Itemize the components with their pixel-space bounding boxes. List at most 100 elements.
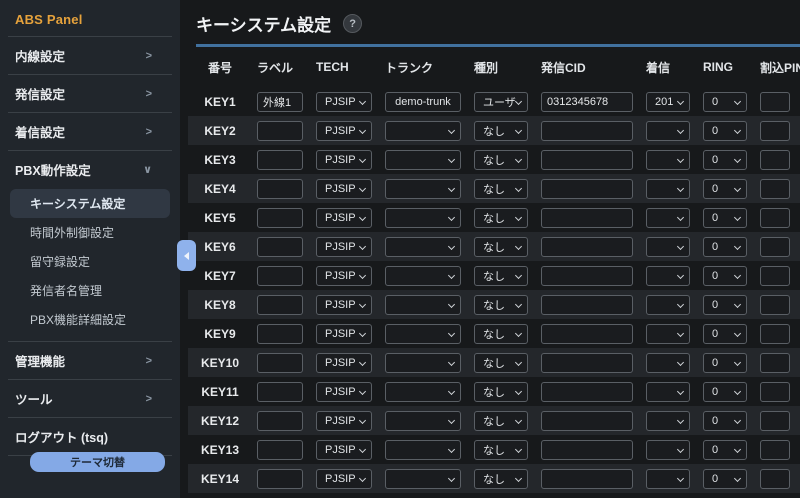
incoming-select[interactable]: [646, 150, 690, 170]
ring-select[interactable]: 0: [703, 295, 747, 315]
outgoing-cid-input[interactable]: [541, 295, 633, 315]
theme-toggle-button[interactable]: テーマ切替: [30, 452, 165, 472]
trunk-select[interactable]: demo-trunk: [385, 92, 461, 112]
sidebar-item-after-hours-control-settings[interactable]: 時間外制御設定: [10, 218, 170, 247]
tech-select[interactable]: PJSIP: [316, 92, 372, 112]
sidebar-item-logout[interactable]: ログアウト (tsq): [0, 418, 180, 455]
sidebar-item-outbound-settings[interactable]: 発信設定>: [0, 75, 180, 112]
trunk-select[interactable]: [385, 266, 461, 286]
incoming-select[interactable]: [646, 469, 690, 489]
type-select[interactable]: なし: [474, 208, 528, 228]
type-select[interactable]: ユーザ: [474, 92, 528, 112]
tech-select[interactable]: PJSIP: [316, 411, 372, 431]
trunk-select[interactable]: [385, 440, 461, 460]
ring-select[interactable]: 0: [703, 237, 747, 257]
type-select[interactable]: なし: [474, 121, 528, 141]
trunk-select[interactable]: [385, 121, 461, 141]
type-select[interactable]: なし: [474, 324, 528, 344]
label-input[interactable]: [257, 266, 303, 286]
label-input[interactable]: [257, 469, 303, 489]
label-input[interactable]: [257, 150, 303, 170]
incoming-select[interactable]: [646, 353, 690, 373]
outgoing-cid-input[interactable]: [541, 382, 633, 402]
trunk-select[interactable]: [385, 237, 461, 257]
outgoing-cid-input[interactable]: [541, 440, 633, 460]
tech-select[interactable]: PJSIP: [316, 121, 372, 141]
sidebar-item-inbound-settings[interactable]: 着信設定>: [0, 113, 180, 150]
sidebar-item-caller-name-management[interactable]: 発信者名管理: [10, 276, 170, 305]
trunk-select[interactable]: [385, 324, 461, 344]
trunk-select[interactable]: [385, 179, 461, 199]
outgoing-cid-input[interactable]: [541, 150, 633, 170]
incoming-select[interactable]: [646, 411, 690, 431]
intrusion-pin-input[interactable]: [760, 295, 790, 315]
type-select[interactable]: なし: [474, 469, 528, 489]
tech-select[interactable]: PJSIP: [316, 353, 372, 373]
ring-select[interactable]: 0: [703, 92, 747, 112]
outgoing-cid-input[interactable]: [541, 324, 633, 344]
tech-select[interactable]: PJSIP: [316, 440, 372, 460]
ring-select[interactable]: 0: [703, 353, 747, 373]
incoming-select[interactable]: [646, 237, 690, 257]
tech-select[interactable]: PJSIP: [316, 150, 372, 170]
label-input[interactable]: [257, 295, 303, 315]
help-icon[interactable]: ?: [343, 14, 362, 33]
sidebar-collapse-handle[interactable]: [177, 240, 196, 271]
outgoing-cid-input[interactable]: [541, 92, 633, 112]
ring-select[interactable]: 0: [703, 179, 747, 199]
incoming-select[interactable]: [646, 440, 690, 460]
incoming-select[interactable]: [646, 179, 690, 199]
intrusion-pin-input[interactable]: [760, 92, 790, 112]
type-select[interactable]: なし: [474, 411, 528, 431]
tech-select[interactable]: PJSIP: [316, 295, 372, 315]
incoming-select[interactable]: [646, 382, 690, 402]
tech-select[interactable]: PJSIP: [316, 324, 372, 344]
intrusion-pin-input[interactable]: [760, 237, 790, 257]
label-input[interactable]: [257, 179, 303, 199]
tech-select[interactable]: PJSIP: [316, 208, 372, 228]
ring-select[interactable]: 0: [703, 208, 747, 228]
outgoing-cid-input[interactable]: [541, 469, 633, 489]
sidebar-item-pbx-advanced-settings[interactable]: PBX機能詳細設定: [10, 305, 170, 334]
ring-select[interactable]: 0: [703, 324, 747, 344]
sidebar-item-pbx-operation-settings[interactable]: PBX動作設定∨: [0, 151, 180, 188]
intrusion-pin-input[interactable]: [760, 266, 790, 286]
sidebar-item-key-system-settings[interactable]: キーシステム設定: [10, 189, 170, 218]
sidebar-item-extension-settings[interactable]: 内線設定>: [0, 37, 180, 74]
intrusion-pin-input[interactable]: [760, 382, 790, 402]
label-input[interactable]: [257, 208, 303, 228]
trunk-select[interactable]: [385, 469, 461, 489]
outgoing-cid-input[interactable]: [541, 353, 633, 373]
sidebar-item-admin-functions[interactable]: 管理機能>: [0, 342, 180, 379]
ring-select[interactable]: 0: [703, 469, 747, 489]
incoming-select[interactable]: [646, 208, 690, 228]
trunk-select[interactable]: [385, 295, 461, 315]
intrusion-pin-input[interactable]: [760, 324, 790, 344]
trunk-select[interactable]: [385, 353, 461, 373]
outgoing-cid-input[interactable]: [541, 266, 633, 286]
intrusion-pin-input[interactable]: [760, 440, 790, 460]
type-select[interactable]: なし: [474, 295, 528, 315]
tech-select[interactable]: PJSIP: [316, 266, 372, 286]
outgoing-cid-input[interactable]: [541, 237, 633, 257]
intrusion-pin-input[interactable]: [760, 121, 790, 141]
sidebar-item-tools[interactable]: ツール>: [0, 380, 180, 417]
type-select[interactable]: なし: [474, 179, 528, 199]
label-input[interactable]: [257, 237, 303, 257]
incoming-select[interactable]: [646, 121, 690, 141]
ring-select[interactable]: 0: [703, 266, 747, 286]
incoming-select[interactable]: [646, 295, 690, 315]
intrusion-pin-input[interactable]: [760, 150, 790, 170]
intrusion-pin-input[interactable]: [760, 411, 790, 431]
type-select[interactable]: なし: [474, 266, 528, 286]
incoming-select[interactable]: 201: [646, 92, 690, 112]
incoming-select[interactable]: [646, 324, 690, 344]
tech-select[interactable]: PJSIP: [316, 469, 372, 489]
label-input[interactable]: [257, 440, 303, 460]
tech-select[interactable]: PJSIP: [316, 179, 372, 199]
label-input[interactable]: [257, 353, 303, 373]
intrusion-pin-input[interactable]: [760, 469, 790, 489]
trunk-select[interactable]: [385, 411, 461, 431]
label-input[interactable]: [257, 382, 303, 402]
outgoing-cid-input[interactable]: [541, 411, 633, 431]
